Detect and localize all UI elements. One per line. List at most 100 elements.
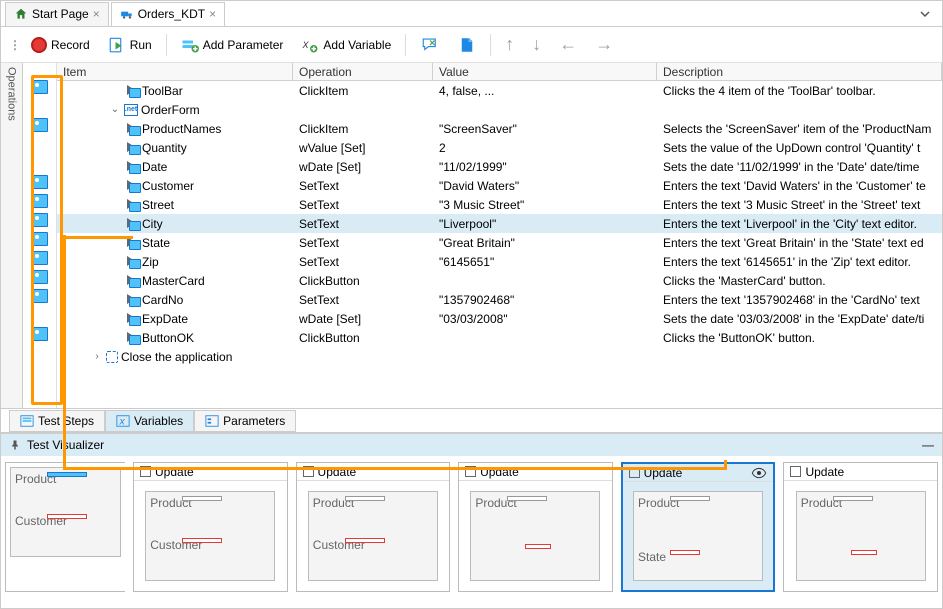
thumbnail-icon[interactable] [32,80,48,94]
visualizer-card-selected[interactable]: Update Product State [621,462,776,592]
op-cell: ClickItem [293,83,433,99]
thumbnail-icon[interactable] [32,270,48,284]
table-row[interactable]: CardNoSetText"1357902468"Enters the text… [57,290,942,309]
thumbnail-icon[interactable] [32,175,48,189]
table-row[interactable]: QuantitywValue [Set]2Sets the value of t… [57,138,942,157]
thumbnail-icon[interactable] [32,327,48,341]
tab-variables[interactable]: x Variables [105,410,194,432]
value-cell: "Liverpool" [433,216,657,232]
op-cell: SetText [293,292,433,308]
update-checkbox[interactable] [629,467,640,478]
table-row[interactable]: MasterCardClickButtonClicks the 'MasterC… [57,271,942,290]
update-checkbox[interactable] [303,466,314,477]
table-row[interactable]: ›Close the application [57,347,942,366]
table-row[interactable]: ZipSetText"6145651"Enters the text '6145… [57,252,942,271]
thumbnail-icon[interactable] [32,232,48,246]
col-operation[interactable]: Operation [293,63,433,80]
update-checkbox[interactable] [465,466,476,477]
desc-cell: Clicks the 'MasterCard' button. [657,273,942,289]
table-row[interactable]: ProductNamesClickItem"ScreenSaver"Select… [57,119,942,138]
document-button[interactable] [452,32,482,58]
table-row[interactable]: ButtonOK ClickButton Clicks the 'ButtonOK'… [57,328,942,347]
table-row[interactable]: StreetSetText"3 Music Street"Enters the … [57,195,942,214]
test-visualizer-title: Test Visualizer [27,438,104,452]
form-preview: Product Customer [308,491,438,581]
thumbnail-icon[interactable] [32,251,48,265]
col-item[interactable]: Item [57,63,293,80]
op-cell: ClickButton [293,330,433,346]
desc-cell: Clicks the 4 item of the 'ToolBar' toolb… [657,83,942,99]
close-icon[interactable]: × [93,7,100,21]
object-icon [127,218,139,230]
visualizer-card[interactable]: Update Product [783,462,938,592]
table-row[interactable]: ExpDatewDate [Set]"03/03/2008"Sets the d… [57,309,942,328]
comment-icon [420,36,440,54]
expand-icon[interactable]: ⌄ [109,104,121,116]
form-preview: Product [470,491,600,581]
object-icon [127,123,139,135]
add-parameter-button[interactable]: Add Parameter [175,32,290,58]
table-row[interactable]: ⌄.netOrderForm [57,100,942,119]
minimize-icon[interactable]: — [922,438,934,452]
desc-cell: Clicks the 'ButtonOK' button. [657,330,942,346]
visualizer-card-partial[interactable]: Product Customer [5,462,125,592]
update-checkbox[interactable] [140,466,151,477]
table-row[interactable]: CitySetText"Liverpool"Enters the text 'L… [57,214,942,233]
toolbar-grip[interactable]: ⋮ [9,38,19,52]
op-cell: SetText [293,178,433,194]
op-cell: SetText [293,254,433,270]
visualizer-card[interactable]: Update Product Customer [133,462,288,592]
add-variable-button[interactable]: X Add Variable [295,32,397,58]
value-cell: "03/03/2008" [433,311,657,327]
op-cell: wValue [Set] [293,140,433,156]
add-parameter-icon [181,36,199,54]
item-label: ButtonOK [142,331,194,345]
move-up-button[interactable]: ↑ [499,30,520,59]
value-cell: "David Waters" [433,178,657,194]
col-description[interactable]: Description [657,63,942,80]
truck-icon [120,7,134,21]
pin-icon[interactable] [9,439,21,451]
test-visualizer-header[interactable]: Test Visualizer — [1,434,942,456]
thumbnail-icon[interactable] [32,194,48,208]
run-button[interactable]: Run [102,32,158,58]
record-button[interactable]: Record [25,33,96,57]
operations-sidebar-tab[interactable]: Operations [1,63,23,408]
thumbnail-icon[interactable] [32,118,48,132]
value-cell [433,280,657,282]
item-label: Date [142,160,167,174]
close-icon[interactable]: × [209,7,216,21]
col-value[interactable]: Value [433,63,657,80]
visualizer-card[interactable]: Update Product [458,462,613,592]
tab-test-steps[interactable]: Test Steps [9,410,105,432]
move-right-button[interactable]: → [589,30,619,59]
eye-icon[interactable] [751,465,767,481]
value-cell: "6145651" [433,254,657,270]
op-cell: ClickItem [293,121,433,137]
desc-cell [657,356,942,358]
desc-cell: Enters the text 'Great Britain' in the '… [657,235,942,251]
update-checkbox[interactable] [790,466,801,477]
value-cell [433,356,657,358]
table-row[interactable]: ToolBarClickItem4, false, ...Clicks the … [57,81,942,100]
move-left-button[interactable]: ← [553,30,583,59]
desc-cell [657,109,942,111]
tab-orders-kdt[interactable]: Orders_KDT × [111,2,225,26]
table-row[interactable]: StateSetText"Great Britain"Enters the te… [57,233,942,252]
expand-icon[interactable]: › [91,351,103,363]
value-cell: "11/02/1999" [433,159,657,175]
thumbnail-icon[interactable] [32,213,48,227]
table-row[interactable]: CustomerSetText"David Waters"Enters the … [57,176,942,195]
thumbnail-icon[interactable] [32,289,48,303]
desc-cell: Enters the text '1357902468' in the 'Car… [657,292,942,308]
comment-button[interactable] [414,32,446,58]
tab-start-page[interactable]: Start Page × [5,2,109,26]
table-row[interactable]: DatewDate [Set]"11/02/1999"Sets the date… [57,157,942,176]
arrow-down-icon: ↓ [532,34,541,55]
value-cell: "ScreenSaver" [433,121,657,137]
tabs-dropdown[interactable] [916,5,934,23]
op-cell [293,109,433,111]
tab-parameters[interactable]: Parameters [194,410,296,432]
move-down-button[interactable]: ↓ [526,30,547,59]
visualizer-card[interactable]: Update Product Customer [296,462,451,592]
